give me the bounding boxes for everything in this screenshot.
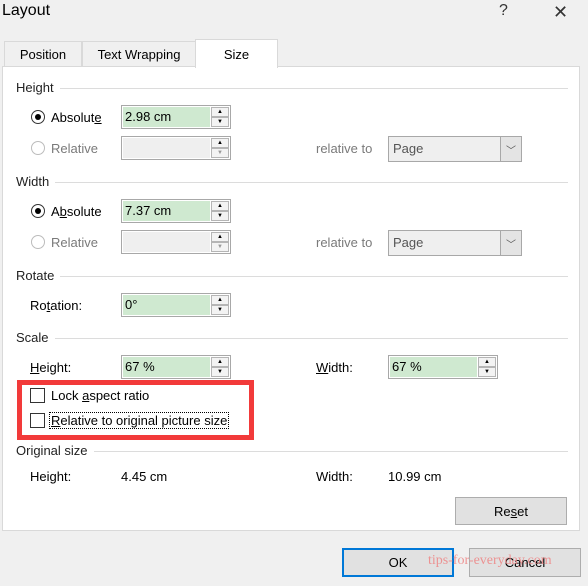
tab-text-wrapping-label: Text Wrapping <box>97 47 181 62</box>
height-absolute-label: Absolute <box>51 110 102 125</box>
label-fragment: Lock <box>51 388 83 403</box>
width-absolute-input[interactable]: 7.37 cm <box>123 201 210 221</box>
height-relative-to-select[interactable]: Page ﹀ <box>388 136 522 162</box>
height-relative-spinner[interactable]: ▲ ▼ <box>121 136 231 160</box>
width-relative-to-label: relative to <box>316 235 373 250</box>
relative-original-size-checkbox[interactable] <box>30 413 45 428</box>
label-fragment: A <box>51 204 60 219</box>
dialog-title: Layout <box>2 2 51 19</box>
width-absolute-label: Absolute <box>51 204 102 219</box>
scale-height-label: Height: <box>30 360 71 375</box>
width-absolute-up-icon[interactable]: ▲ <box>211 201 229 211</box>
height-relative-label: Relative <box>51 141 98 156</box>
original-size-divider <box>16 451 568 452</box>
height-absolute-up-icon[interactable]: ▲ <box>211 107 229 117</box>
scale-divider <box>16 338 568 339</box>
scale-width-spinner[interactable]: 67 % ▲ ▼ <box>388 355 498 379</box>
height-relative-radio[interactable] <box>31 141 45 155</box>
scale-height-up-icon[interactable]: ▲ <box>211 357 229 367</box>
width-absolute-radio[interactable] <box>31 204 45 218</box>
tab-text-wrapping[interactable]: Text Wrapping <box>82 41 196 67</box>
tab-size[interactable]: Size <box>195 39 278 68</box>
rotation-label: Rotation: <box>30 298 82 313</box>
rotation-down-icon[interactable]: ▼ <box>211 305 229 315</box>
scale-width-up-icon[interactable]: ▲ <box>478 357 496 367</box>
height-section-label: Height <box>16 80 60 95</box>
height-absolute-spinner[interactable]: 2.98 cm ▲ ▼ <box>121 105 231 129</box>
tab-position[interactable]: Position <box>4 41 82 67</box>
scale-width-input[interactable]: 67 % <box>390 357 477 377</box>
width-relative-to-select[interactable]: Page ﹀ <box>388 230 522 256</box>
label-fragment: spect ratio <box>89 388 150 403</box>
rotation-input[interactable]: 0° <box>123 295 210 315</box>
help-button[interactable]: ? <box>499 2 508 20</box>
label-fragment: H <box>30 360 40 375</box>
label-fragment: idth: <box>328 360 353 375</box>
lock-aspect-ratio-label[interactable]: Lock aspect ratio <box>51 388 149 403</box>
close-icon[interactable]: ✕ <box>553 2 568 23</box>
tab-size-label: Size <box>223 46 250 62</box>
height-absolute-radio[interactable] <box>31 110 45 124</box>
scale-width-down-icon[interactable]: ▼ <box>478 367 496 377</box>
label-fragment: Absolut <box>51 110 95 125</box>
scale-height-input[interactable]: 67 % <box>123 357 210 377</box>
lock-aspect-ratio-checkbox[interactable] <box>30 388 45 403</box>
rotate-section-label: Rotate <box>16 268 61 283</box>
label-fragment: R <box>51 413 61 428</box>
width-divider <box>16 182 568 183</box>
width-relative-up-icon[interactable]: ▲ <box>211 232 229 242</box>
relative-original-size-label[interactable]: Relative to original picture size <box>49 412 230 429</box>
chevron-down-icon[interactable]: ﹀ <box>500 137 521 161</box>
width-section-label: Width <box>16 174 56 189</box>
label-fragment: W <box>316 360 329 375</box>
scale-width-label: Width: <box>316 360 353 375</box>
cancel-button[interactable]: Cancel <box>469 548 581 577</box>
ok-button[interactable]: OK <box>342 548 454 577</box>
original-size-section-label: Original size <box>16 443 94 458</box>
width-relative-down-icon[interactable]: ▼ <box>211 242 229 252</box>
width-relative-spinner[interactable]: ▲ ▼ <box>121 230 231 254</box>
label-fragment: ation: <box>50 298 83 313</box>
height-relative-to-value: Page <box>393 141 424 156</box>
label-fragment: Ro <box>30 298 47 313</box>
height-relative-to-label: relative to <box>316 141 373 156</box>
width-relative-to-value: Page <box>393 235 424 250</box>
height-absolute-down-icon[interactable]: ▼ <box>211 117 229 127</box>
label-fragment: e <box>94 110 102 125</box>
height-relative-input[interactable] <box>123 138 210 158</box>
height-divider <box>16 88 568 89</box>
height-absolute-input[interactable]: 2.98 cm <box>123 107 210 127</box>
original-width-value: 10.99 cm <box>388 469 442 484</box>
reset-button[interactable]: Re s et <box>455 497 567 525</box>
height-relative-down-icon[interactable]: ▼ <box>211 148 229 158</box>
label-fragment: eight: <box>39 360 72 375</box>
rotate-divider <box>16 276 568 277</box>
label-fragment: solute <box>66 204 102 219</box>
width-relative-radio[interactable] <box>31 235 45 249</box>
scale-height-down-icon[interactable]: ▼ <box>211 367 229 377</box>
rotation-spinner[interactable]: 0° ▲ ▼ <box>121 293 231 317</box>
label-fragment: Re <box>494 503 511 519</box>
label-fragment: et <box>517 503 528 519</box>
width-absolute-spinner[interactable]: 7.37 cm ▲ ▼ <box>121 199 231 223</box>
scale-height-spinner[interactable]: 67 % ▲ ▼ <box>121 355 231 379</box>
original-height-value: 4.45 cm <box>121 469 168 484</box>
label-fragment: elative to original picture size <box>60 413 228 428</box>
chevron-down-icon[interactable]: ﹀ <box>500 231 521 255</box>
scale-section-label: Scale <box>16 330 55 345</box>
original-width-label: Width: <box>316 469 353 484</box>
width-relative-input[interactable] <box>123 232 210 252</box>
rotation-up-icon[interactable]: ▲ <box>211 295 229 305</box>
width-relative-label: Relative <box>51 235 98 250</box>
original-height-label: Height: <box>30 469 72 484</box>
tab-position-label: Position <box>19 47 67 62</box>
height-relative-up-icon[interactable]: ▲ <box>211 138 229 148</box>
width-absolute-down-icon[interactable]: ▼ <box>211 211 229 221</box>
label-fragment: b <box>59 204 67 219</box>
